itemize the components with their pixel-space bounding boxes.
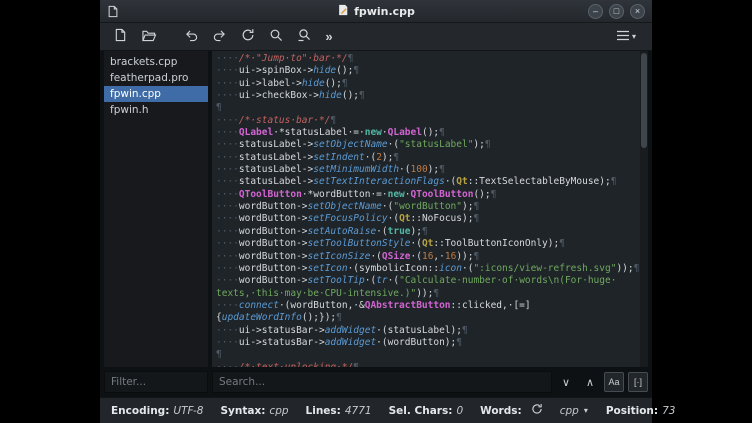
statusbar: Encoding: UTF-8 Syntax: cpp Lines: 4771 … (100, 397, 652, 423)
open-file-button[interactable] (136, 25, 161, 48)
toolbar-overflow-button[interactable]: » (319, 25, 339, 48)
sel-chars-value: 0 (456, 405, 463, 417)
chevron-down-icon: ▾ (632, 32, 636, 41)
code-line[interactable]: ¶ (216, 349, 640, 361)
code-line[interactable]: ····/*·"Jump·to"·bar·*/¶ (216, 53, 640, 65)
lines-label: Lines: (306, 405, 341, 417)
code-area[interactable]: ····/*·"Jump·to"·bar·*/¶····ui->spinBox-… (212, 51, 640, 367)
code-line[interactable]: ····wordButton->setIcon·(symbolicIcon::i… (216, 263, 640, 275)
search-next-button[interactable]: ∨ (556, 372, 576, 392)
code-line[interactable]: ····/*·status·bar·*/¶ (216, 115, 640, 127)
code-line[interactable]: ····ui->label->hide();¶ (216, 78, 640, 90)
code-line[interactable]: ····statusLabel->setObjectName·("statusL… (216, 139, 640, 151)
maximize-button[interactable]: □ (609, 4, 624, 19)
new-file-button[interactable] (108, 25, 133, 48)
find-bar: ∨ ∧ Aa [·] (104, 369, 648, 395)
undo-icon (184, 29, 199, 45)
undo-button[interactable] (179, 25, 204, 48)
close-button[interactable]: × (630, 4, 645, 19)
lines-value: 4771 (345, 405, 372, 417)
code-line[interactable]: ····ui->checkBox->hide();¶ (216, 90, 640, 102)
open-folder-icon (141, 29, 157, 45)
whole-word-button[interactable]: [·] (628, 372, 648, 392)
encoding-label: Encoding: (111, 405, 169, 417)
file-list-item[interactable]: fpwin.cpp (104, 86, 208, 102)
code-line[interactable]: ····ui->spinBox->hide();¶ (216, 65, 640, 77)
encoding-value: UTF-8 (173, 405, 203, 417)
featherpad-window: fpwin.cpp – □ × » (100, 0, 652, 423)
syntax-value: cpp (269, 405, 288, 417)
file-list-item[interactable]: brackets.cpp (104, 54, 208, 70)
code-line[interactable]: ····/*·text·unlocking·*/¶ (216, 362, 640, 367)
main-menu-button[interactable]: ▾ (608, 25, 644, 48)
code-line[interactable]: ····wordButton->setAutoRaise·(true);¶ (216, 226, 640, 238)
window-controls: – □ × (588, 4, 645, 19)
reload-icon (241, 28, 255, 45)
code-line[interactable]: ····ui->statusBar->addWidget·(wordButton… (216, 337, 640, 349)
position-value: 73 (662, 405, 675, 417)
code-line[interactable]: ····QLabel·*statusLabel·=·new·QLabel();¶ (216, 127, 640, 139)
code-line[interactable]: ····ui->statusBar->addWidget·(statusLabe… (216, 325, 640, 337)
window-title-text: fpwin.cpp (354, 5, 415, 18)
replace-button[interactable] (291, 25, 316, 48)
toolbar: » ▾ (100, 23, 652, 51)
file-list-item[interactable]: fpwin.h (104, 102, 208, 118)
code-line[interactable]: ····wordButton->setFocusPolicy·(Qt::NoFo… (216, 213, 640, 225)
open-files-list: brackets.cppfeatherpad.profpwin.cppfpwin… (104, 51, 208, 367)
position-label: Position: (606, 405, 658, 417)
words-label: Words: (480, 405, 522, 417)
code-line[interactable]: ····statusLabel->setIndent·(2);¶ (216, 152, 640, 164)
titlebar[interactable]: fpwin.cpp – □ × (100, 0, 652, 23)
reload-button[interactable] (235, 25, 260, 48)
filter-input[interactable] (104, 371, 208, 393)
position-status: Position: 73 (606, 405, 676, 417)
code-line[interactable]: ····wordButton->setToolButtonStyle·(Qt::… (216, 238, 640, 250)
syntax-label: Syntax: (220, 405, 265, 417)
syntax-combobox[interactable]: cpp ▾ (560, 405, 588, 417)
lines-status: Lines: 4771 (306, 405, 372, 417)
encoding-status: Encoding: UTF-8 (111, 405, 203, 417)
code-line[interactable]: ····statusLabel->setTextInteractionFlags… (216, 176, 640, 188)
sel-chars-label: Sel. Chars: (389, 405, 453, 417)
scrollbar-thumb[interactable] (641, 53, 647, 148)
minimize-button[interactable]: – (588, 4, 603, 19)
chevron-down-icon: ▾ (584, 406, 588, 415)
word-count-refresh-button[interactable] (531, 403, 543, 418)
search-button[interactable] (263, 25, 288, 48)
code-line[interactable]: ····wordButton->setObjectName·("wordButt… (216, 201, 640, 213)
refresh-icon (531, 403, 543, 418)
window-menu-icon[interactable] (107, 5, 119, 18)
document-edit-icon (337, 4, 349, 19)
search-replace-icon (297, 28, 311, 45)
code-line[interactable]: ¶ (216, 102, 640, 114)
text-editor[interactable]: ····/*·"Jump·to"·bar·*/¶····ui->spinBox-… (212, 51, 648, 367)
main-area: brackets.cppfeatherpad.profpwin.cppfpwin… (104, 51, 648, 367)
code-line[interactable]: ····statusLabel->setMinimumWidth·(100);¶ (216, 164, 640, 176)
code-line[interactable]: {updateWordInfo();});¶ (216, 312, 640, 324)
search-prev-button[interactable]: ∧ (580, 372, 600, 392)
syntax-status: Syntax: cpp (220, 405, 288, 417)
window-title: fpwin.cpp (100, 0, 652, 22)
redo-icon (212, 29, 227, 45)
statusbar-right: cpp ▾ Position: 73 (560, 405, 676, 417)
search-icon (269, 28, 283, 45)
code-line[interactable]: ····wordButton->setToolTip·(tr·("Calcula… (216, 275, 640, 287)
words-status: Words: (480, 403, 543, 418)
code-line[interactable]: ····connect·(wordButton,·&QAbstractButto… (216, 300, 640, 312)
new-file-icon (114, 28, 127, 45)
match-case-button[interactable]: Aa (604, 372, 624, 392)
search-input[interactable] (212, 371, 552, 393)
code-line[interactable]: ····wordButton->setIconSize·(QSize·(16,·… (216, 251, 640, 263)
code-line[interactable]: texts,·this·may·be·CPU-intensive.)"));¶ (216, 288, 640, 300)
editor-scrollbar[interactable] (640, 51, 648, 367)
hamburger-menu-icon (616, 29, 630, 44)
file-list-item[interactable]: featherpad.pro (104, 70, 208, 86)
selection-status: Sel. Chars: 0 (389, 405, 464, 417)
redo-button[interactable] (207, 25, 232, 48)
syntax-combobox-value: cpp (560, 405, 579, 417)
code-line[interactable]: ····QToolButton·*wordButton·=·new·QToolB… (216, 189, 640, 201)
